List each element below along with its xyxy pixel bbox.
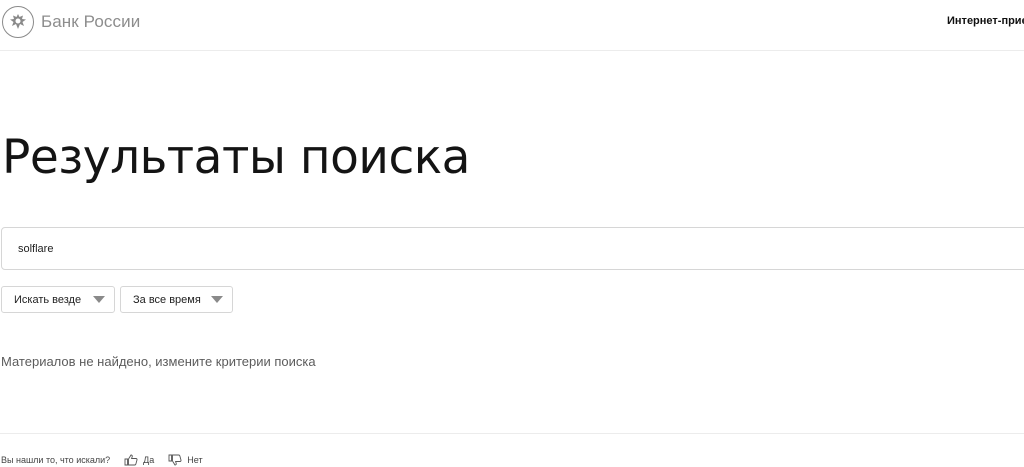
filter-period-dropdown[interactable]: За все время	[120, 286, 233, 313]
search-box	[1, 227, 1024, 270]
search-input[interactable]	[2, 228, 1024, 269]
thumbs-down-icon	[168, 454, 182, 466]
filter-scope-label: Искать везде	[14, 293, 82, 306]
bank-logo-link[interactable]: Банк России	[2, 6, 140, 38]
feedback-no-button[interactable]: Нет	[168, 454, 203, 466]
page-title: Результаты поиска	[2, 130, 470, 185]
thumbs-up-icon	[124, 454, 138, 466]
site-header: Банк России Интернет-приемная	[0, 0, 1024, 51]
feedback-no-label: Нет	[187, 455, 203, 465]
feedback-yes-button[interactable]: Да	[124, 454, 154, 466]
internet-reception-link[interactable]: Интернет-приемная	[947, 15, 1024, 27]
double-headed-eagle-icon	[2, 6, 34, 38]
section-divider	[0, 433, 1024, 434]
eagle-emblem-graphic	[10, 14, 26, 29]
filter-scope-dropdown[interactable]: Искать везде	[1, 286, 115, 313]
no-results-message: Материалов не найдено, измените критерии…	[1, 354, 316, 369]
bank-logo-text: Банк России	[41, 12, 141, 31]
chevron-down-icon	[211, 296, 223, 303]
feedback-question: Вы нашли то, что искали?	[1, 455, 111, 465]
feedback-yes-label: Да	[143, 455, 155, 465]
filter-period-label: За все время	[133, 293, 201, 306]
chevron-down-icon	[93, 296, 105, 303]
